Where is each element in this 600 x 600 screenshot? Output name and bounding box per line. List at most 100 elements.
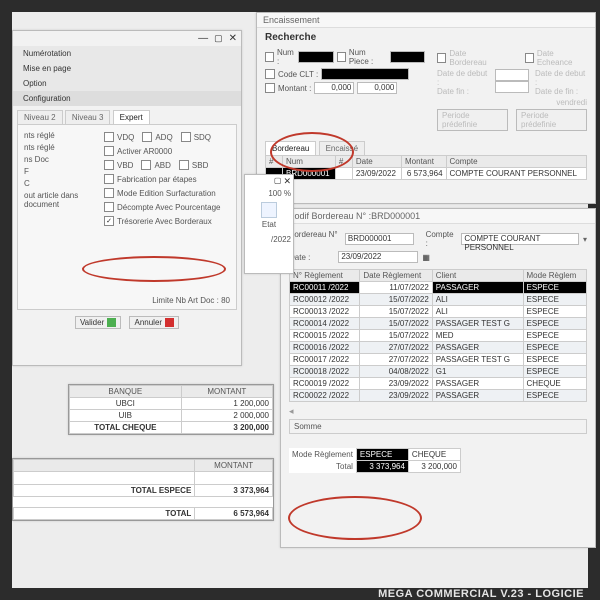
date-debut-input[interactable] xyxy=(495,69,529,81)
num-piece-checkbox[interactable] xyxy=(337,52,346,62)
encaissement-title: Encaissement xyxy=(257,13,595,28)
annuler-button[interactable]: Annuler xyxy=(129,316,179,329)
table-row[interactable]: UIB2 000,000 xyxy=(70,410,273,422)
menu-configuration[interactable]: Configuration xyxy=(13,91,241,106)
col-client[interactable]: Client xyxy=(432,270,523,282)
checkbox-sbd[interactable]: SBD xyxy=(179,160,208,170)
table-row[interactable]: RC00018 /202204/08/2022G1ESPECE xyxy=(290,366,587,378)
checkbox-tr-sorerie-avec-borderaux[interactable]: ✓Trésorerie Avec Borderaux xyxy=(104,216,212,226)
col-montant-espece[interactable]: MONTANT xyxy=(195,460,273,472)
col-nreg[interactable]: N° Règlement xyxy=(290,270,360,282)
col-montant[interactable]: Montant xyxy=(402,156,447,168)
menu-numerotation[interactable]: Numérotation xyxy=(13,46,241,61)
checkbox-fabrication-par-tapes[interactable]: Fabrication par étapes xyxy=(104,174,197,184)
bordereau-num-input[interactable]: BRD000001 xyxy=(345,233,414,245)
date-bord-checkbox[interactable] xyxy=(437,53,446,63)
checkbox-box[interactable] xyxy=(104,160,114,170)
checkbox-box[interactable] xyxy=(104,188,114,198)
espece-table-panel: MONTANT TOTAL ESPECE 3 373,964 TOTAL 6 5… xyxy=(12,458,274,521)
tab-encaisse[interactable]: Encaissé xyxy=(319,141,365,155)
table-row[interactable]: RC00017 /202227/07/2022PASSAGER TEST GES… xyxy=(290,354,587,366)
checkbox-box[interactable] xyxy=(104,146,114,156)
maximize-icon-2[interactable]: ▢ xyxy=(274,176,282,187)
checkbox-box[interactable] xyxy=(181,132,191,142)
checkbox-box[interactable] xyxy=(141,160,151,170)
table-row[interactable]: UBCI1 200,000 xyxy=(70,398,273,410)
doc-icon[interactable] xyxy=(261,202,277,218)
code-clt-row: Code CLT : xyxy=(265,68,409,80)
table-row[interactable]: RC00014 /202215/07/2022PASSAGER TEST GES… xyxy=(290,318,587,330)
num-input[interactable] xyxy=(298,51,333,63)
checkbox-vbd[interactable]: VBD xyxy=(104,160,133,170)
tab-bordereau[interactable]: Bordereau xyxy=(265,141,316,155)
encaissement-panel: Encaissement Recherche Num : Num Piece : xyxy=(256,12,596,204)
date-debut2-label: Date de debut : xyxy=(535,69,587,87)
table-row[interactable]: RC00015 /202215/07/2022MEDESPECE xyxy=(290,330,587,342)
tab-expert[interactable]: Expert xyxy=(113,110,150,124)
periode-predefinie-btn-1[interactable]: Periode prédefinie xyxy=(437,109,508,131)
date-fin-input[interactable] xyxy=(495,81,529,93)
checkbox-sdq[interactable]: SDQ xyxy=(181,132,211,142)
table-row[interactable]: RC00016 /202227/07/2022PASSAGERESPECE xyxy=(290,342,587,354)
table-row[interactable]: RC00011 /202211/07/2022PASSAGERESPECE xyxy=(290,282,587,294)
num-label: Num : xyxy=(277,48,295,66)
col-banque[interactable]: BANQUE xyxy=(70,386,182,398)
montant-input[interactable]: 0,000 xyxy=(314,82,354,94)
table-row[interactable]: RC00013 /202215/07/2022ALIESPECE xyxy=(290,306,587,318)
checkbox-box[interactable] xyxy=(104,202,114,212)
checkbox-box[interactable]: ✓ xyxy=(104,216,114,226)
settings-window: — ▢ ✕ Numérotation Mise en page Option C… xyxy=(12,30,242,366)
menu-option[interactable]: Option xyxy=(13,76,241,91)
scroll-left-icon[interactable]: ◂ xyxy=(289,406,587,417)
checkbox-adq[interactable]: ADQ xyxy=(142,132,172,142)
code-clt-input[interactable] xyxy=(321,68,409,80)
checkbox-activer-ar0000[interactable]: Activer AR0000 xyxy=(104,146,172,156)
checkbox-box[interactable] xyxy=(179,160,189,170)
checkbox-abd[interactable]: ABD xyxy=(141,160,170,170)
periode-predefinie-btn-2[interactable]: Periode prédefinie xyxy=(516,109,587,131)
col-num[interactable]: Num xyxy=(283,156,336,168)
minimize-icon[interactable]: — xyxy=(198,33,208,44)
checkbox-label: VBD xyxy=(117,161,133,170)
checkbox-box[interactable] xyxy=(142,132,152,142)
col-sharp2[interactable]: # xyxy=(335,156,352,168)
calendar-icon[interactable]: ▦ xyxy=(422,253,430,262)
date-fin-label: Date fin : xyxy=(437,87,489,96)
menu-mise-en-page[interactable]: Mise en page xyxy=(13,61,241,76)
col-dreg[interactable]: Date Règlement xyxy=(360,270,432,282)
num-piece-input[interactable] xyxy=(390,51,425,63)
close-icon[interactable]: ✕ xyxy=(229,33,237,44)
col-mode[interactable]: Mode Règlem xyxy=(523,270,586,282)
compte-input[interactable]: COMPTE COURANT PERSONNEL xyxy=(461,233,579,245)
close-icon-2[interactable]: ✕ xyxy=(283,176,291,187)
checkbox-vdq[interactable]: VDQ xyxy=(104,132,134,142)
checkbox-box[interactable] xyxy=(104,132,114,142)
total-cheque-value: 3 200,000 xyxy=(181,422,272,434)
col-sharp[interactable]: # xyxy=(266,156,283,168)
checkbox-mode-edition-surfacturation[interactable]: Mode Edition Surfacturation xyxy=(104,188,216,198)
table-row[interactable]: RC00012 /202215/07/2022ALIESPECE xyxy=(290,294,587,306)
maximize-icon[interactable]: ▢ xyxy=(214,33,223,44)
col-compte[interactable]: Compte xyxy=(446,156,586,168)
col-montant-cheque[interactable]: MONTANT xyxy=(181,386,272,398)
checkbox-box[interactable] xyxy=(104,174,114,184)
num-checkbox[interactable] xyxy=(265,52,274,62)
tab-niveau-3[interactable]: Niveau 3 xyxy=(65,110,111,124)
table-row[interactable]: RC00019 /202223/09/2022PASSAGERCHEQUE xyxy=(290,378,587,390)
table-row[interactable]: RC00022 /202223/09/2022PASSAGERESPECE xyxy=(290,390,587,402)
code-clt-checkbox[interactable] xyxy=(265,69,275,79)
valider-button[interactable]: Valider xyxy=(75,316,121,329)
tab-niveau-2[interactable]: Niveau 2 xyxy=(17,110,63,124)
total-espece-value: 3 373,964 xyxy=(195,485,273,497)
checkbox-label: Fabrication par étapes xyxy=(117,175,197,184)
date-input[interactable]: 23/09/2022 xyxy=(338,251,418,263)
col-date[interactable]: Date xyxy=(352,156,401,168)
checkbox-d-compte-avec-pourcentage[interactable]: Décompte Avec Pourcentage xyxy=(104,202,220,212)
montant-input-2[interactable]: 0,000 xyxy=(357,82,397,94)
table-row[interactable]: BRD000001 23/09/2022 6 573,964 COMPTE CO… xyxy=(266,168,587,180)
date-ech-checkbox[interactable] xyxy=(525,53,534,63)
checkbox-label: ABD xyxy=(154,161,170,170)
montant-checkbox[interactable] xyxy=(265,83,275,93)
code-clt-label: Code CLT : xyxy=(278,70,318,79)
chevron-down-icon[interactable]: ▾ xyxy=(583,235,587,244)
